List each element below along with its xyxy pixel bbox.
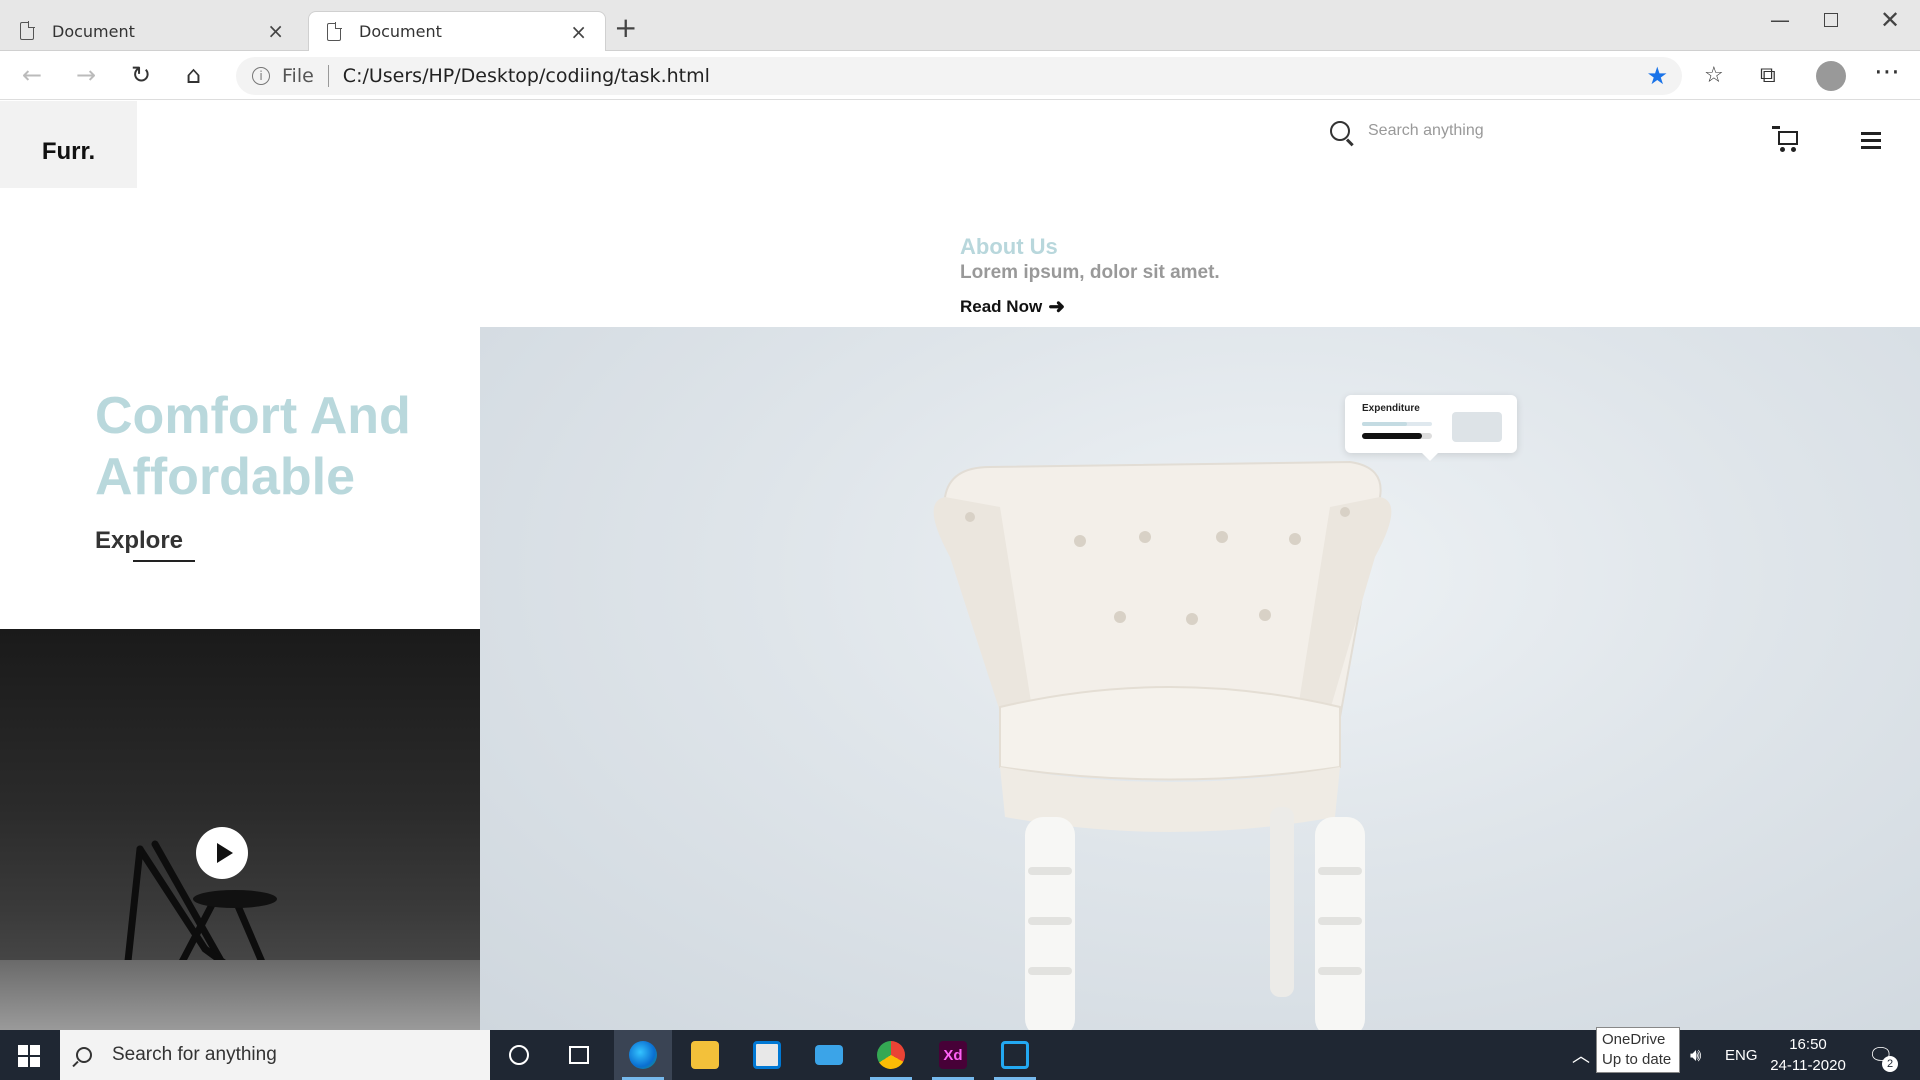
clock[interactable]: 16:50 24-11-2020 — [1768, 1030, 1848, 1080]
more-options-icon[interactable]: ⋯ — [1874, 57, 1900, 87]
clock-time: 16:50 — [1789, 1036, 1827, 1053]
about-section: About Us Lorem ipsum, dolor sit amet. Re… — [960, 234, 1220, 319]
close-tab-icon[interactable]: × — [570, 20, 587, 44]
favorite-star-icon[interactable]: ★ — [1646, 62, 1668, 90]
browser-tab-bar: Document × Document × + — ✕ — [0, 0, 1920, 51]
search-icon[interactable] — [1330, 121, 1350, 141]
expenditure-label: Expenditure — [1362, 403, 1420, 414]
browser-tab-1[interactable]: Document × — [2, 11, 302, 51]
cart-icon[interactable] — [1772, 126, 1798, 152]
hero-title-line-1: Comfort And — [95, 387, 411, 445]
expenditure-bar-dark — [1362, 433, 1432, 439]
play-button[interactable] — [196, 827, 248, 879]
read-now-label: Read Now — [960, 296, 1043, 316]
onedrive-tooltip-status: Up to date — [1602, 1051, 1672, 1068]
windows-start-icon[interactable] — [18, 1045, 40, 1067]
address-bar[interactable]: i File C:/Users/HP/Desktop/codiing/task.… — [236, 57, 1682, 95]
profile-avatar[interactable] — [1816, 61, 1846, 91]
mail-icon[interactable] — [800, 1030, 858, 1080]
armchair-illustration — [933, 460, 1392, 1030]
document-icon — [327, 21, 342, 41]
home-icon[interactable]: ⌂ — [186, 61, 201, 89]
explore-underline — [133, 560, 195, 562]
video-thumbnail[interactable] — [0, 629, 480, 1030]
url-text[interactable]: C:/Users/HP/Desktop/codiing/task.html — [343, 65, 710, 87]
onedrive-tooltip-title: OneDrive — [1602, 1031, 1666, 1048]
info-icon[interactable]: i — [252, 67, 270, 85]
expenditure-thumbnail — [1452, 412, 1502, 442]
hero-chair-image — [480, 327, 1920, 1030]
read-now-link[interactable]: Read Now ➜ — [960, 294, 1220, 319]
notifications-icon[interactable]: 🗨︎ 2 — [1868, 1030, 1898, 1080]
file-explorer-icon[interactable] — [676, 1030, 734, 1080]
expenditure-card: Expenditure — [1345, 395, 1517, 461]
close-tab-icon[interactable]: × — [267, 19, 284, 43]
hero-title: Comfort And Affordable — [95, 386, 411, 508]
expenditure-bar-light — [1362, 422, 1432, 426]
new-tab-button[interactable]: + — [614, 14, 637, 42]
notification-count-badge: 2 — [1882, 1056, 1898, 1072]
play-icon — [216, 843, 233, 863]
browser-toolbar: ← → ↻ ⌂ i File C:/Users/HP/Desktop/codii… — [0, 51, 1920, 100]
about-subtitle: Lorem ipsum, dolor sit amet. — [960, 262, 1220, 283]
arrow-right-icon: ➜ — [1048, 296, 1065, 318]
close-window-button[interactable]: ✕ — [1880, 6, 1900, 34]
favorites-icon[interactable]: ☆ — [1704, 63, 1724, 88]
maximize-button[interactable] — [1824, 13, 1838, 27]
adobe-xd-icon[interactable]: Xd — [924, 1030, 982, 1080]
site-search[interactable] — [1330, 121, 1568, 141]
page-content: Furr. About Us Lorem ipsum, dolor sit am… — [0, 101, 1920, 1030]
cortana-icon[interactable] — [490, 1030, 548, 1080]
about-title: About Us — [960, 234, 1058, 259]
browser-tab-2[interactable]: Document × — [308, 11, 606, 51]
hamburger-menu-icon[interactable] — [1861, 132, 1881, 153]
taskbar-search[interactable]: Search for anything — [60, 1030, 490, 1080]
chrome-icon[interactable] — [862, 1030, 920, 1080]
refresh-icon[interactable]: ↻ — [131, 61, 151, 89]
forward-arrow-icon[interactable]: → — [76, 61, 96, 89]
minimize-button[interactable]: — — [1770, 8, 1790, 32]
scheme-label: File — [282, 65, 314, 87]
search-input[interactable] — [1368, 122, 1568, 140]
task-view-icon[interactable] — [550, 1030, 608, 1080]
clock-date: 24-11-2020 — [1770, 1057, 1846, 1074]
search-icon — [76, 1047, 92, 1063]
microsoft-store-icon[interactable] — [738, 1030, 796, 1080]
site-logo[interactable]: Furr. — [0, 101, 137, 188]
language-indicator[interactable]: ENG — [1725, 1030, 1758, 1080]
hero-title-line-2: Affordable — [95, 448, 355, 506]
onedrive-tooltip: OneDrive Up to date — [1596, 1027, 1680, 1073]
tab-title: Document — [359, 22, 442, 41]
vscode-icon[interactable] — [986, 1030, 1044, 1080]
taskbar-search-placeholder: Search for anything — [112, 1044, 277, 1065]
show-hidden-icons-chevron-icon[interactable]: ︿ — [1572, 1030, 1590, 1080]
address-separator — [327, 65, 329, 87]
collections-icon[interactable]: ⧉ — [1760, 63, 1776, 88]
edge-icon[interactable] — [614, 1030, 672, 1080]
document-icon — [20, 21, 35, 40]
volume-icon[interactable]: 🔊︎ — [1690, 1030, 1701, 1080]
floor — [0, 960, 480, 1030]
back-arrow-icon[interactable]: ← — [22, 61, 42, 89]
tab-title: Document — [52, 21, 135, 41]
explore-link[interactable]: Explore — [95, 527, 183, 555]
